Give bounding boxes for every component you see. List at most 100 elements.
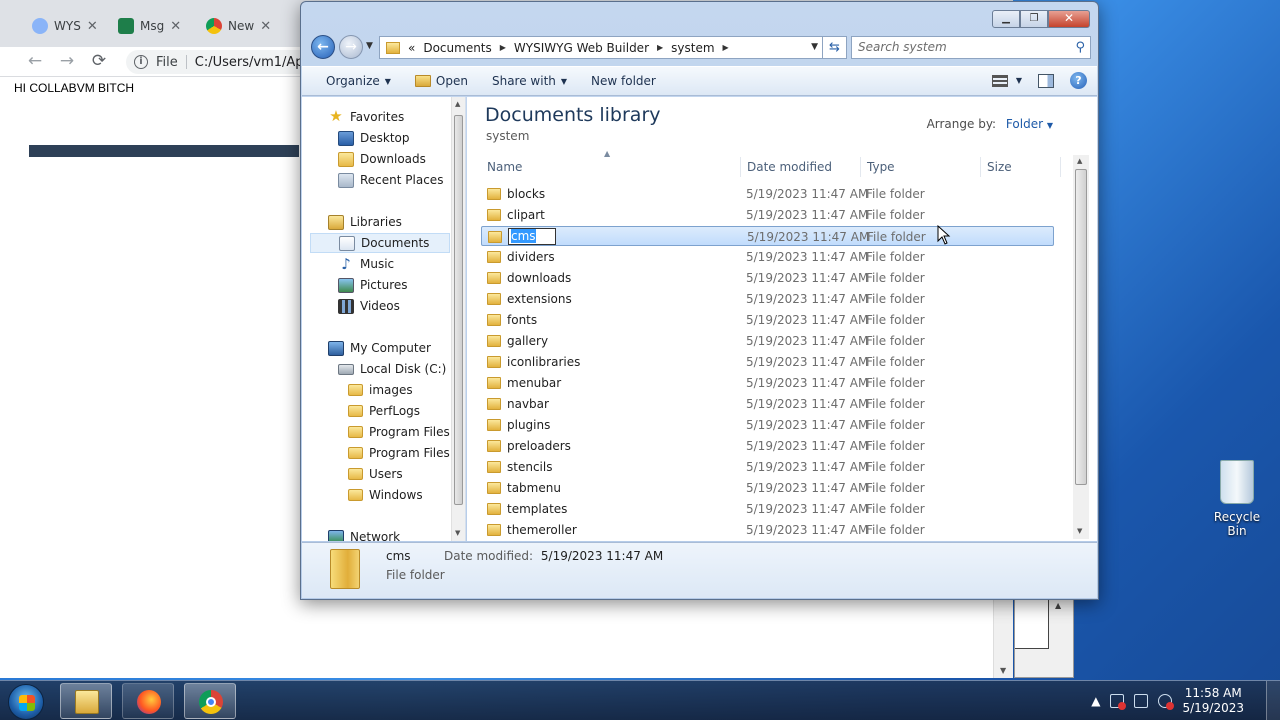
scroll-down-icon[interactable]: ▼ [1077, 527, 1082, 535]
nav-item-music[interactable]: ♪ Music [338, 254, 394, 274]
minimize-button[interactable]: ▁ [992, 10, 1020, 28]
close-button[interactable]: ✕ [1048, 10, 1090, 28]
browser-scrollbar[interactable]: ▼ [993, 598, 1013, 678]
browser-tab[interactable]: Msg ✕ [110, 10, 189, 42]
file-name[interactable]: cms [508, 228, 556, 245]
nav-item-local-disk[interactable]: Local Disk (C:) [338, 359, 446, 379]
scroll-down-icon[interactable]: ▼ [1000, 666, 1006, 675]
nav-item-my-computer[interactable]: My Computer [328, 338, 431, 358]
forward-button[interactable]: → [339, 35, 363, 59]
share-with-button[interactable]: Share with ▼ [480, 74, 579, 88]
show-desktop-button[interactable] [1266, 681, 1280, 720]
file-row[interactable]: stencils 5/19/2023 11:47 AM File folder [481, 457, 1054, 477]
open-button[interactable]: Open [403, 74, 480, 88]
nav-item-libraries[interactable]: Libraries [328, 212, 402, 232]
column-header-type[interactable]: Type [861, 157, 981, 177]
close-icon[interactable]: ✕ [170, 19, 181, 34]
back-arrow-icon[interactable]: ← [24, 51, 46, 71]
action-center-icon[interactable] [1110, 694, 1127, 710]
nav-item-recent-places[interactable]: Recent Places [338, 170, 443, 190]
close-icon[interactable]: ✕ [87, 19, 98, 34]
file-row[interactable]: tabmenu 5/19/2023 11:47 AM File folder [481, 478, 1054, 498]
scroll-down-icon[interactable]: ▼ [455, 529, 460, 537]
file-row[interactable]: cms 5/19/2023 11:47 AM File folder [481, 226, 1054, 246]
show-hidden-icons[interactable]: ▲ [1091, 694, 1100, 708]
nav-item-folder[interactable]: Program Files [348, 422, 450, 442]
reload-icon[interactable]: ⟳ [88, 51, 110, 71]
file-row[interactable]: clipart 5/19/2023 11:47 AM File folder [481, 205, 1054, 225]
chevron-down-icon[interactable]: ▼ [1047, 121, 1053, 130]
column-header-date[interactable]: Date modified [741, 157, 861, 177]
nav-item-folder[interactable]: PerfLogs [348, 401, 420, 421]
breadcrumb-item[interactable]: Documents [423, 41, 491, 55]
taskbar-explorer-button[interactable] [60, 683, 112, 719]
file-row[interactable]: extensions 5/19/2023 11:47 AM File folder [481, 289, 1054, 309]
chevron-right-icon[interactable]: ▶ [723, 43, 729, 52]
nav-item-documents[interactable]: Documents [310, 233, 450, 253]
recycle-bin[interactable]: Recycle Bin [1204, 460, 1270, 538]
file-row[interactable]: dividers 5/19/2023 11:47 AM File folder [481, 247, 1054, 267]
nav-item-network[interactable]: Network [328, 527, 400, 541]
taskbar-firefox-button[interactable] [122, 683, 174, 719]
file-row[interactable]: menubar 5/19/2023 11:47 AM File folder [481, 373, 1054, 393]
file-row[interactable]: plugins 5/19/2023 11:47 AM File folder [481, 415, 1054, 435]
file-row[interactable]: templates 5/19/2023 11:47 AM File folder [481, 499, 1054, 519]
file-row[interactable]: iconlibraries 5/19/2023 11:47 AM File fold… [481, 352, 1054, 372]
nav-item-folder[interactable]: Program Files ( [348, 443, 458, 463]
change-view-button[interactable]: ▼ [991, 74, 1022, 87]
nav-item-favorites[interactable]: ★ Favorites [328, 107, 404, 127]
nav-item-folder[interactable]: Users [348, 464, 403, 484]
browser-tab[interactable]: WYS ✕ [24, 10, 106, 42]
volume-icon[interactable] [1158, 694, 1175, 710]
nav-item-desktop[interactable]: Desktop [338, 128, 410, 148]
arrange-value[interactable]: Folder [1006, 117, 1043, 131]
scroll-up-icon[interactable]: ▲ [1055, 601, 1061, 610]
nav-item-downloads[interactable]: Downloads [338, 149, 426, 169]
forward-arrow-icon[interactable]: → [56, 51, 78, 71]
browser-tab[interactable]: New ✕ [198, 10, 279, 42]
chevron-right-icon[interactable]: ▶ [500, 43, 506, 52]
nav-item-videos[interactable]: Videos [338, 296, 400, 316]
file-row[interactable]: gallery 5/19/2023 11:47 AM File folder [481, 331, 1054, 351]
recent-pages-icon[interactable]: ▼ [366, 41, 373, 51]
file-row[interactable]: downloads 5/19/2023 11:47 AM File folder [481, 268, 1054, 288]
nav-item-folder[interactable]: Windows [348, 485, 423, 505]
breadcrumb-item[interactable]: system [671, 41, 714, 55]
chevron-right-icon[interactable]: ▶ [657, 43, 663, 52]
info-icon[interactable]: i [134, 55, 148, 69]
scroll-up-icon[interactable]: ▲ [1077, 157, 1082, 165]
file-list-scrollbar[interactable]: ▲ ▼ [1073, 155, 1089, 539]
file-row[interactable]: blocks 5/19/2023 11:47 AM File folder [481, 184, 1054, 204]
maximize-button[interactable]: ❐ [1020, 10, 1048, 28]
network-icon[interactable] [1134, 694, 1149, 708]
column-header-size[interactable]: Size [981, 157, 1061, 177]
help-icon[interactable]: ? [1070, 72, 1087, 89]
scroll-up-icon[interactable]: ▲ [455, 100, 460, 108]
refresh-button[interactable]: ⇆ [823, 36, 847, 59]
search-icon[interactable]: ⚲ [1075, 37, 1085, 58]
file-row[interactable]: themeroller 5/19/2023 11:47 AM File folder [481, 520, 1054, 540]
taskbar-chrome-button[interactable] [184, 683, 236, 719]
new-folder-button[interactable]: New folder [579, 74, 668, 88]
organize-button[interactable]: Organize ▼ [302, 74, 403, 88]
close-icon[interactable]: ✕ [260, 19, 271, 34]
nav-item-pictures[interactable]: Pictures [338, 275, 408, 295]
scroll-thumb[interactable] [454, 115, 463, 505]
back-button[interactable]: ← [311, 35, 335, 59]
search-input[interactable]: Search system ⚲ [851, 36, 1091, 59]
nav-pane-scrollbar[interactable]: ▲ ▼ [451, 97, 465, 541]
start-button[interactable] [8, 684, 44, 720]
scroll-thumb[interactable] [1075, 169, 1087, 485]
nav-item-folder[interactable]: images [348, 380, 413, 400]
clock[interactable]: 11:58 AM 5/19/2023 [1182, 686, 1244, 716]
breadcrumb-prefix[interactable]: « [408, 41, 415, 55]
column-header-name[interactable]: Name [481, 157, 741, 177]
chevron-down-icon[interactable]: ▼ [811, 42, 818, 52]
file-row[interactable]: preloaders 5/19/2023 11:47 AM File folder [481, 436, 1054, 456]
rename-text[interactable]: cms [511, 229, 536, 243]
breadcrumb-item[interactable]: WYSIWYG Web Builder [514, 41, 649, 55]
file-row[interactable]: navbar 5/19/2023 11:47 AM File folder [481, 394, 1054, 414]
file-row[interactable]: fonts 5/19/2023 11:47 AM File folder [481, 310, 1054, 330]
preview-pane-icon[interactable] [1038, 73, 1054, 88]
explorer-address-bar[interactable]: « Documents ▶ WYSIWYG Web Builder ▶ syst… [379, 36, 823, 59]
